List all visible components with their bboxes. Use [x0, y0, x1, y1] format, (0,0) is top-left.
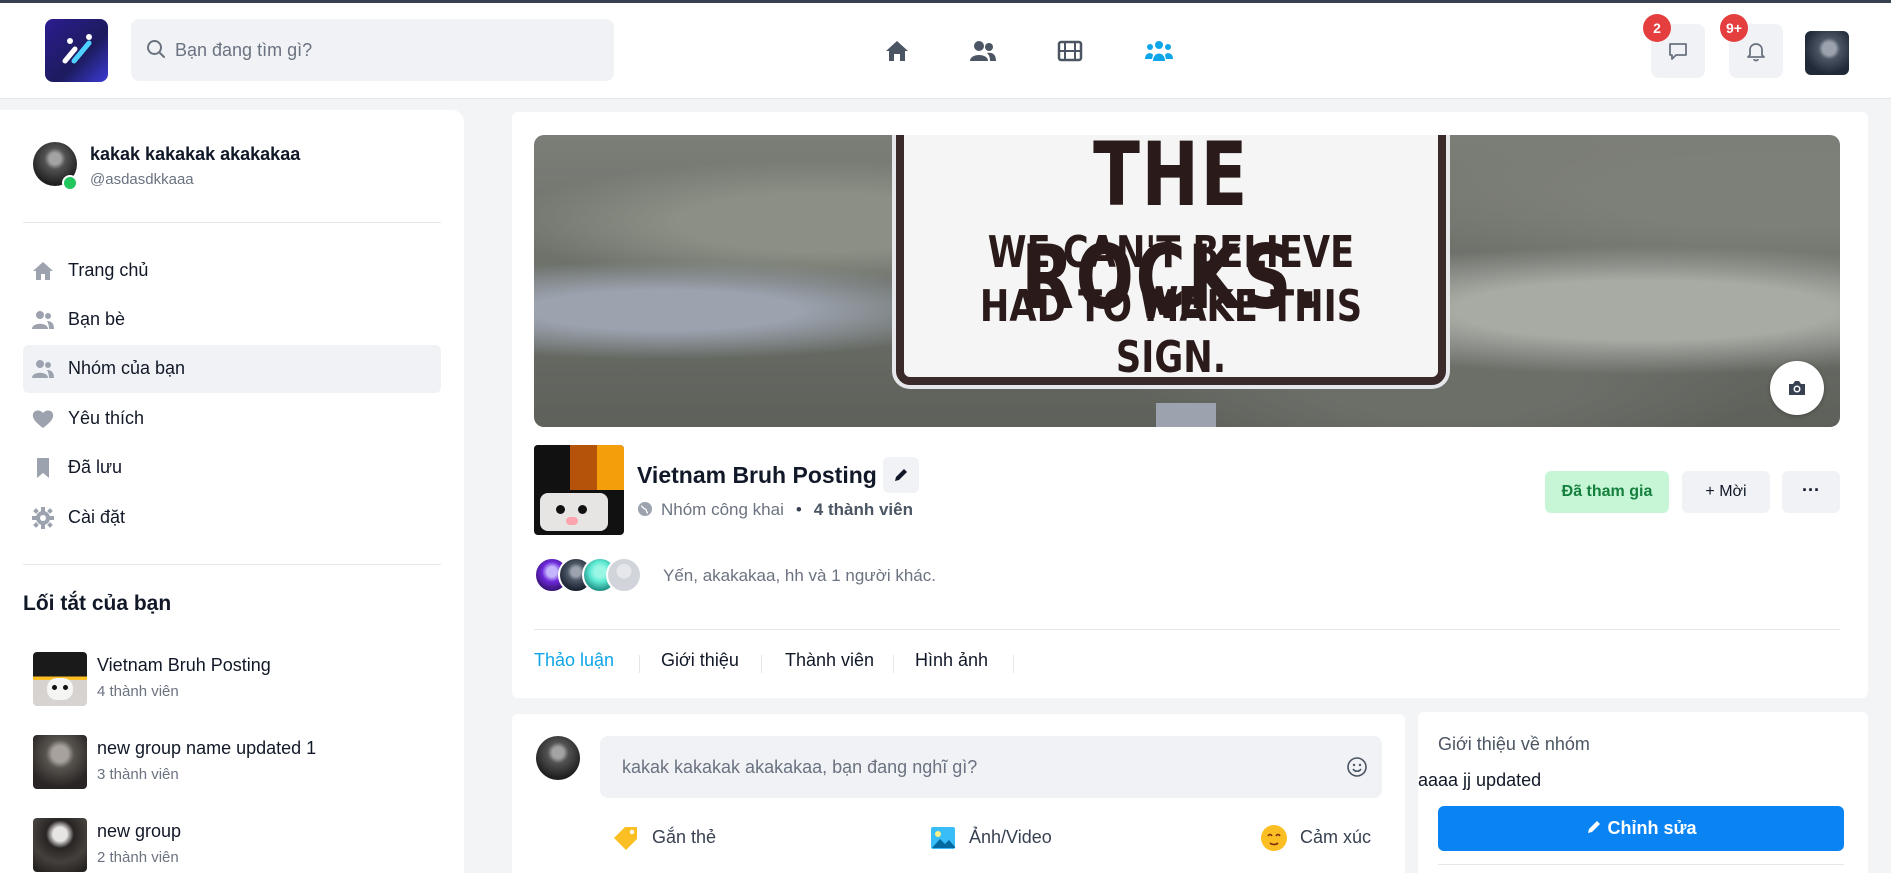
group-header-card: THE ROCKS. WE CAN'T BELIEVE WE HAD TO MA… — [512, 112, 1868, 698]
tab-discussion[interactable]: Thảo luận — [534, 650, 614, 671]
cover-sign: THE ROCKS. WE CAN'T BELIEVE WE HAD TO MA… — [896, 135, 1446, 385]
members-summary[interactable]: Yến, akakakaa, hh và 1 người khác. — [663, 566, 936, 586]
about-group-card: Giới thiệu về nhóm aaaa jj updated Chỉnh… — [1418, 712, 1868, 873]
edit-about-label: Chỉnh sửa — [1607, 818, 1697, 838]
gear-icon — [32, 507, 54, 529]
composer-box[interactable] — [600, 736, 1382, 798]
tab-about[interactable]: Giới thiệu — [661, 650, 739, 671]
tab-separator — [761, 655, 762, 673]
search-icon — [147, 40, 165, 58]
invite-button[interactable]: + Mời — [1682, 471, 1770, 513]
emoji-picker-icon[interactable] — [1346, 756, 1368, 778]
group-privacy: Nhóm công khai — [661, 500, 784, 519]
heart-icon — [32, 410, 54, 428]
video-icon[interactable] — [1056, 39, 1084, 63]
user-name[interactable]: kakak kakakak akakakaa — [90, 144, 300, 165]
sidebar-item-label: Đã lưu — [68, 457, 123, 477]
group-name: Vietnam Bruh Posting — [637, 462, 877, 488]
sign-post — [1156, 403, 1216, 427]
post-composer: Gắn thẻ Ảnh/Video Cảm xúc — [512, 714, 1405, 873]
sidebar-item-label: Yêu thích — [68, 408, 145, 428]
tab-separator — [893, 655, 894, 673]
group-meta: Nhóm công khai • 4 thành viên — [637, 500, 913, 520]
sidebar-item-label: Nhóm của bạn — [68, 358, 186, 378]
tag-label: Gắn thẻ — [652, 827, 717, 847]
tab-separator — [639, 655, 640, 673]
groups-icon[interactable] — [1145, 39, 1173, 63]
sidebar-item-label: Bạn bè — [68, 309, 126, 329]
tag-icon — [614, 827, 637, 850]
sidebar-item-label: Cài đặt — [68, 507, 126, 527]
shortcut-members: 4 thành viên — [97, 683, 179, 700]
emoji-icon — [1261, 825, 1287, 851]
divider — [23, 564, 441, 565]
sidebar-item-saved[interactable]: Đã lưu — [23, 444, 441, 492]
pencil-icon — [1588, 821, 1601, 833]
composer-input[interactable] — [622, 736, 1322, 798]
search-input[interactable] — [175, 19, 595, 81]
sidebar-item-friends[interactable]: Bạn bè — [23, 296, 441, 344]
edit-about-button[interactable]: Chỉnh sửa — [1438, 806, 1844, 851]
more-options-button[interactable]: ··· — [1782, 471, 1840, 513]
shortcut-members: 2 thành viên — [97, 849, 179, 866]
tab-photos[interactable]: Hình ảnh — [915, 650, 988, 671]
home-icon — [33, 262, 53, 280]
shortcut-item[interactable]: new group 2 thành viên — [33, 818, 433, 873]
shortcut-item[interactable]: Vietnam Bruh Posting 4 thành viên — [33, 652, 433, 708]
notifications-badge: 9+ — [1720, 14, 1748, 42]
change-cover-button[interactable] — [1770, 361, 1824, 415]
friends-icon[interactable] — [969, 39, 997, 63]
avatar[interactable] — [536, 736, 580, 780]
shortcut-members: 3 thành viên — [97, 766, 179, 783]
bell-icon — [1747, 43, 1765, 62]
shortcut-name: new group name updated 1 — [97, 738, 317, 758]
messages-badge: 2 — [1643, 14, 1671, 42]
friends-icon — [32, 311, 54, 329]
divider — [1438, 864, 1844, 865]
about-description: aaaa jj updated — [1418, 770, 1542, 790]
user-handle: @asdasdkkaaa — [90, 171, 194, 188]
feeling-label: Cảm xúc — [1300, 827, 1372, 847]
chat-icon — [1669, 43, 1687, 60]
profile-avatar[interactable] — [1805, 31, 1849, 75]
app-logo[interactable] — [45, 19, 108, 82]
divider — [534, 629, 1840, 630]
shortcut-name: new group — [97, 821, 182, 841]
search-box[interactable] — [131, 19, 614, 81]
globe-icon — [638, 502, 652, 516]
sign-line-3: HAD TO MAKE THIS SIGN. — [979, 281, 1363, 383]
sidebar-item-home[interactable]: Trang chủ — [23, 247, 441, 295]
photo-video-label: Ảnh/Video — [969, 827, 1052, 847]
joined-button[interactable]: Đã tham gia — [1545, 471, 1669, 513]
pencil-icon — [895, 469, 907, 481]
sidebar-item-label: Trang chủ — [68, 260, 149, 280]
group-avatar — [534, 445, 624, 535]
sidebar-item-favorites[interactable]: Yêu thích — [23, 395, 441, 443]
left-sidebar: kakak kakakak akakakaa @asdasdkkaaa Tran… — [0, 110, 464, 873]
tab-separator — [1013, 655, 1014, 673]
groups-icon — [32, 360, 54, 378]
group-cover-photo: THE ROCKS. WE CAN'T BELIEVE WE HAD TO MA… — [534, 135, 1840, 427]
online-status-dot — [62, 175, 78, 191]
camera-icon — [1789, 381, 1805, 395]
avatar[interactable] — [606, 557, 642, 593]
group-thumbnail — [33, 652, 87, 706]
shortcuts-title: Lối tắt của bạn — [23, 592, 172, 615]
home-icon[interactable] — [883, 39, 911, 63]
image-icon — [931, 827, 955, 849]
edit-group-name-button[interactable] — [883, 457, 919, 493]
group-thumbnail — [33, 818, 87, 872]
bookmark-icon — [37, 458, 49, 478]
sidebar-item-groups[interactable]: Nhóm của bạn — [23, 345, 441, 393]
group-thumbnail — [33, 735, 87, 789]
shortcut-name: Vietnam Bruh Posting — [97, 655, 271, 675]
tab-members[interactable]: Thành viên — [785, 650, 874, 671]
divider — [23, 222, 441, 223]
about-title: Giới thiệu về nhóm — [1438, 734, 1590, 754]
top-header: 2 9+ — [0, 3, 1891, 99]
shortcut-item[interactable]: new group name updated 1 3 thành viên — [33, 735, 433, 791]
sidebar-item-settings[interactable]: Cài đặt — [23, 494, 441, 542]
group-member-count: 4 thành viên — [813, 500, 913, 519]
